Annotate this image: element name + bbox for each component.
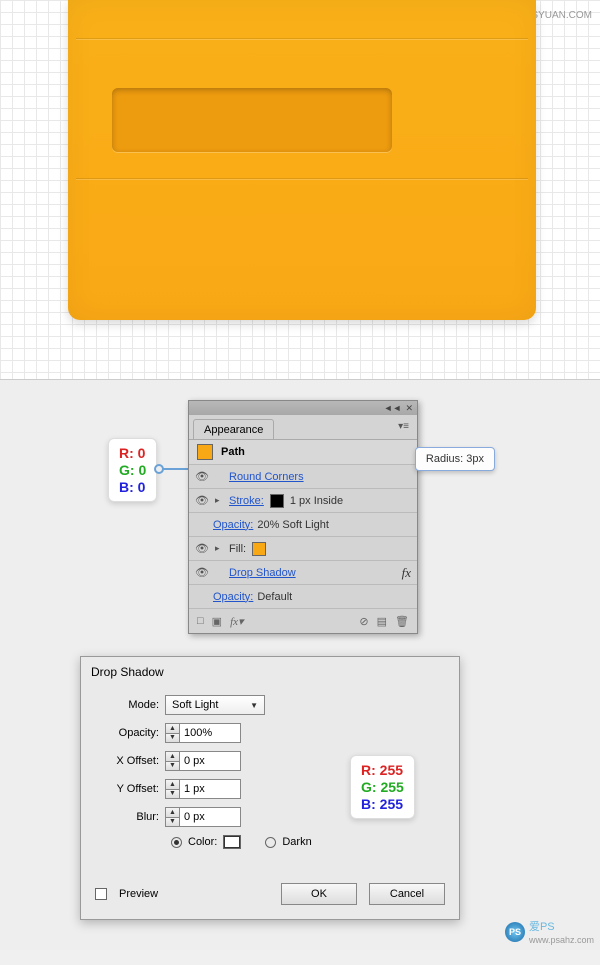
bottom-watermark: PS 爱PS www.psahz.com	[505, 918, 594, 946]
opacity-row: Opacity: ▲▼	[99, 723, 441, 743]
watermark-sub: www.psahz.com	[529, 935, 594, 945]
preview-checkbox[interactable]	[95, 888, 107, 900]
xoffset-input[interactable]	[180, 752, 240, 770]
opacity-value: Default	[257, 591, 292, 603]
yoffset-input[interactable]	[180, 780, 240, 798]
panel-footer: □ ▣ fx▾ ⊘ ▤ 🗑	[189, 609, 417, 633]
expand-icon[interactable]: ▸	[215, 543, 225, 554]
spin-down-icon[interactable]: ▼	[166, 818, 179, 827]
opacity-row-2[interactable]: Opacity: Default	[189, 585, 417, 609]
opacity-link[interactable]: Opacity:	[213, 591, 253, 603]
xoffset-spinbox[interactable]: ▲▼	[165, 751, 241, 771]
rgb-g: G: 0	[119, 462, 146, 479]
yoffset-label: Y Offset:	[99, 783, 159, 795]
spin-down-icon[interactable]: ▼	[166, 734, 179, 743]
color-radio[interactable]	[171, 837, 182, 848]
stroke-icon[interactable]: ▣	[212, 615, 222, 628]
canvas-area: 思缘设计论坛 WWW.MISSYUAN.COM	[0, 0, 600, 380]
envelope-window	[112, 88, 392, 152]
appearance-panel: ◄◄ ✕ Appearance ▾≡ Path 👁 Round Corners …	[188, 400, 418, 634]
ps-logo-icon: PS	[505, 922, 525, 942]
drop-shadow-row[interactable]: 👁 Drop Shadow fx	[189, 561, 417, 585]
rgb-r: R: 0	[119, 445, 146, 462]
clear-icon[interactable]: ⊘	[359, 615, 368, 628]
spin-down-icon[interactable]: ▼	[166, 762, 179, 771]
panel-body: Path 👁 Round Corners Radius: 3px 👁 ▸ Str…	[189, 439, 417, 633]
opacity-link[interactable]: Opacity:	[213, 519, 253, 531]
fx-badge: fx	[402, 565, 411, 581]
path-swatch	[197, 444, 213, 460]
mode-label: Mode:	[99, 699, 159, 711]
dropdown-icon: ▼	[250, 701, 258, 710]
spin-up-icon[interactable]: ▲	[166, 808, 179, 818]
expand-icon[interactable]: ▸	[215, 495, 225, 506]
darkness-label: Darkn	[282, 836, 311, 848]
path-label: Path	[221, 446, 245, 458]
spin-down-icon[interactable]: ▼	[166, 790, 179, 799]
fill-label: Fill:	[229, 543, 246, 555]
color-swatch[interactable]	[223, 835, 241, 849]
color-row: Color: Darkn	[171, 835, 441, 849]
fill-row[interactable]: 👁 ▸ Fill:	[189, 537, 417, 561]
dialog-title: Drop Shadow	[81, 657, 459, 691]
duplicate-icon[interactable]: ▤	[377, 615, 387, 628]
dialog-footer: Preview OK Cancel	[81, 873, 459, 919]
tutorial-area: R: 0 G: 0 B: 0 ◄◄ ✕ Appearance ▾≡ Path 👁…	[0, 380, 600, 950]
watermark-text: 爱PS	[529, 921, 555, 933]
appearance-tab[interactable]: Appearance	[193, 419, 274, 439]
stroke-value: 1 px Inside	[290, 495, 343, 507]
visibility-icon[interactable]: 👁	[195, 494, 209, 507]
drop-shadow-link[interactable]: Drop Shadow	[229, 567, 296, 579]
panel-titlebar[interactable]: ◄◄ ✕	[189, 401, 417, 415]
visibility-icon[interactable]: 👁	[195, 542, 209, 555]
yoffset-spinbox[interactable]: ▲▼	[165, 779, 241, 799]
rgb-callout-white: R: 255 G: 255 B: 255	[350, 755, 415, 819]
visibility-icon[interactable]: 👁	[195, 566, 209, 579]
spin-up-icon[interactable]: ▲	[166, 780, 179, 790]
blur-label: Blur:	[99, 811, 159, 823]
stroke-swatch[interactable]	[270, 494, 284, 508]
rgb-b: B: 255	[361, 796, 404, 813]
color-label: Color:	[188, 836, 217, 848]
mode-select[interactable]: Soft Light ▼	[165, 695, 265, 715]
opacity-row-1[interactable]: Opacity: 20% Soft Light	[189, 513, 417, 537]
rgb-callout-black: R: 0 G: 0 B: 0	[108, 438, 157, 502]
spin-up-icon[interactable]: ▲	[166, 724, 179, 734]
close-icon[interactable]: ✕	[405, 403, 413, 414]
round-corners-link[interactable]: Round Corners	[229, 471, 304, 483]
stroke-row[interactable]: 👁 ▸ Stroke: 1 px Inside	[189, 489, 417, 513]
opacity-label: Opacity:	[99, 727, 159, 739]
opacity-input[interactable]	[180, 724, 240, 742]
stroke-link[interactable]: Stroke:	[229, 495, 264, 507]
path-header-row[interactable]: Path	[189, 440, 417, 465]
darkness-radio[interactable]	[265, 837, 276, 848]
radius-tooltip: Radius: 3px	[415, 447, 495, 471]
mode-value: Soft Light	[172, 699, 218, 711]
trash-icon[interactable]: 🗑	[395, 615, 409, 628]
preview-label: Preview	[119, 888, 158, 900]
envelope-shape	[68, 0, 536, 320]
visibility-icon[interactable]: 👁	[195, 470, 209, 483]
mode-row: Mode: Soft Light ▼	[99, 695, 441, 715]
rgb-r: R: 255	[361, 762, 404, 779]
rgb-g: G: 255	[361, 779, 404, 796]
fill-swatch[interactable]	[252, 542, 266, 556]
spin-up-icon[interactable]: ▲	[166, 752, 179, 762]
panel-menu-icon[interactable]: ▾≡	[398, 415, 417, 432]
blur-input[interactable]	[180, 808, 240, 826]
opacity-value: 20% Soft Light	[257, 519, 329, 531]
xoffset-label: X Offset:	[99, 755, 159, 767]
blur-spinbox[interactable]: ▲▼	[165, 807, 241, 827]
cancel-button[interactable]: Cancel	[369, 883, 445, 905]
opacity-spinbox[interactable]: ▲▼	[165, 723, 241, 743]
collapse-icon[interactable]: ◄◄	[384, 403, 402, 413]
fx-icon[interactable]: fx▾	[230, 615, 243, 628]
new-art-icon[interactable]: □	[197, 615, 204, 627]
round-corners-row[interactable]: 👁 Round Corners	[189, 465, 417, 489]
ok-button[interactable]: OK	[281, 883, 357, 905]
rgb-b: B: 0	[119, 479, 146, 496]
